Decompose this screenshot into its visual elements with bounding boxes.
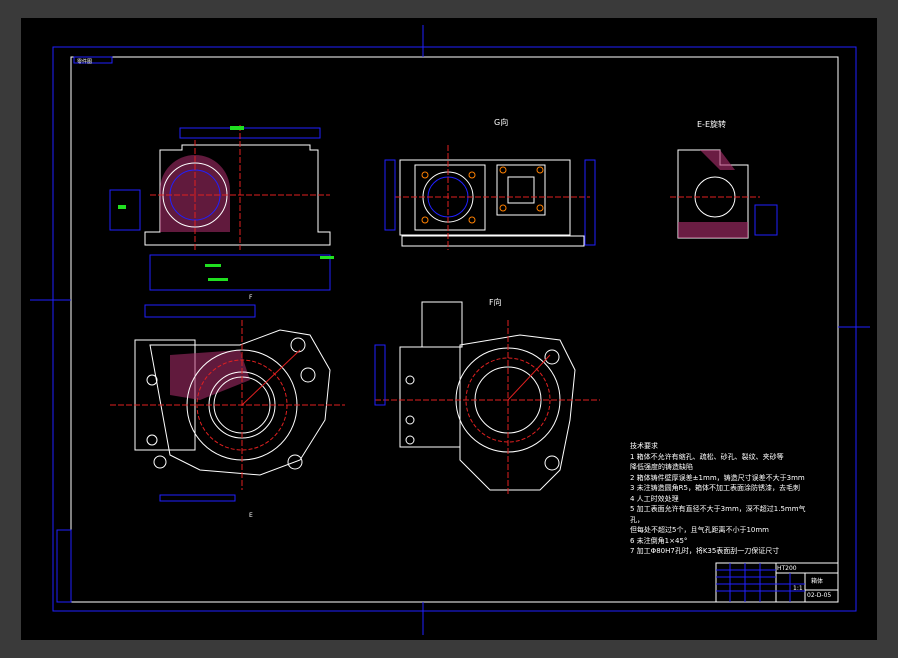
- g-view: [384, 145, 596, 250]
- tech-item: 但每处不超过5个，且气孔距离不小于10mm: [630, 526, 769, 534]
- drawing-number: 02-D-05: [807, 592, 832, 599]
- material: HT200: [777, 565, 797, 572]
- tech-item: 6 未注倒角1×45°: [630, 536, 688, 545]
- side-strip: [56, 529, 72, 603]
- scale: 1:1: [793, 585, 803, 592]
- view-label-f: F向: [489, 298, 502, 307]
- view-label-ee: E-E旋转: [697, 120, 726, 129]
- tech-item: 3 未注铸造圆角R5，箱体不加工表面涂防锈漆，去毛刺: [630, 484, 800, 492]
- tech-item: 7 加工Φ80H7孔时，将K35表面刮一刀保证尺寸: [630, 547, 780, 555]
- section-mark-e: E: [249, 512, 253, 519]
- tech-item: 降低强度的铸造缺陷: [630, 463, 693, 471]
- tech-requirements: 技术要求 1 箱体不允许有缩孔、疏松、砂孔、裂纹、夹砂等 降低强度的铸造缺陷 2…: [630, 441, 830, 557]
- tech-item: 2 箱体铸件壁厚误差±1mm，铸造尺寸误差不大于3mm: [630, 473, 805, 482]
- view-label-g: G向: [494, 118, 509, 127]
- tech-title: 技术要求: [630, 442, 658, 450]
- ee-view: [670, 149, 778, 239]
- tech-item: 孔，: [630, 515, 644, 524]
- part-name: 箱体: [811, 578, 824, 585]
- corner-tag: 零件图: [77, 59, 93, 65]
- tech-item: 5 加工表面允许有直径不大于3mm，深不超过1.5mm气: [630, 505, 806, 513]
- cad-viewport[interactable]: 零件图 G向 E-E旋转 F向 F E 技术要求 1 箱体不允许有缩孔、疏松、砂…: [0, 0, 898, 658]
- section-view: [110, 304, 345, 502]
- section-mark-f: F: [249, 294, 253, 301]
- front-view: [109, 125, 334, 291]
- drawing-canvas[interactable]: 零件图 G向 E-E旋转 F向 F E 技术要求 1 箱体不允许有缩孔、疏松、砂…: [21, 18, 877, 640]
- tech-item: 1 箱体不允许有缩孔、疏松、砂孔、裂纹、夹砂等: [630, 452, 784, 461]
- tech-item: 4 人工时效处理: [630, 494, 679, 503]
- f-view: [374, 301, 600, 495]
